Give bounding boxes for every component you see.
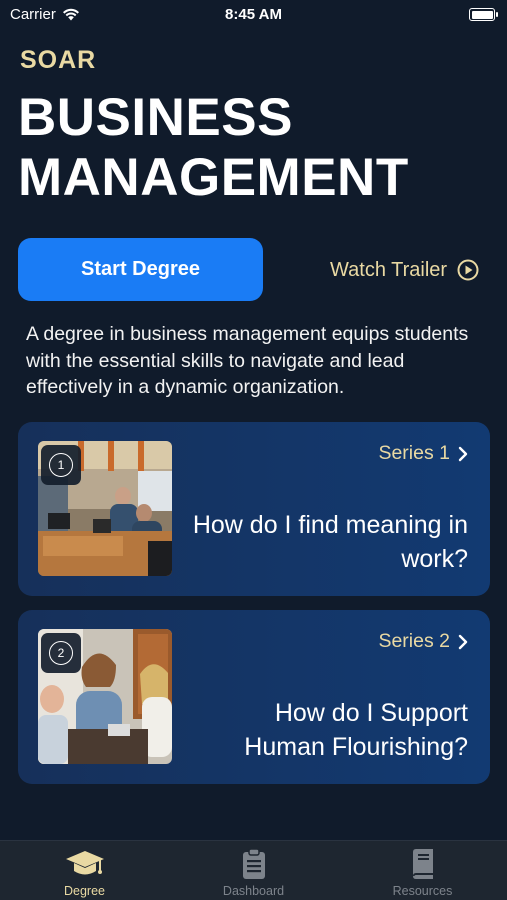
series-link[interactable]: Series 2 [378,630,468,653]
tab-label: Resources [392,884,453,898]
series-label: Series 1 [378,442,450,464]
series-number: 2 [49,641,73,665]
series-number-badge: 1 [41,445,81,485]
chevron-right-icon [458,634,468,649]
degree-description: A degree in business management equips s… [26,323,469,398]
series-card-1[interactable]: 1 Series 1 How do I find meaning in work… [18,422,490,596]
office-team-photo: 1 [38,441,172,576]
watch-trailer-label: Watch Trailer [330,258,448,281]
tab-degree[interactable]: Degree [0,841,169,900]
book-icon [412,849,433,879]
play-circle-icon [457,259,479,281]
graduation-cap-icon [65,851,104,875]
series-title: How do I find meaning in work? [192,511,468,573]
series-number: 1 [49,453,73,477]
clipboard-icon [242,848,265,879]
chevron-right-icon [458,446,468,461]
watch-trailer-link[interactable]: Watch Trailer [330,255,479,285]
battery-icon [469,8,498,21]
status-time: 8:45 AM [225,6,282,23]
page-title: BUSINESS MANAGEMENT [18,88,409,207]
series-number-badge: 2 [41,633,81,673]
tab-label: Degree [64,884,105,898]
tab-dashboard[interactable]: Dashboard [169,841,338,900]
series-link[interactable]: Series 1 [378,442,468,465]
tab-label: Dashboard [222,884,285,898]
tab-bar: Degree Dashboard Resources [0,840,507,900]
brand-logo-text: SOAR [20,46,97,74]
series-label: Series 2 [378,630,450,652]
start-degree-button[interactable]: Start Degree [18,238,263,301]
series-title: How do I Support Human Flourishing? [244,699,468,761]
status-bar: Carrier 8:45 AM [0,0,507,30]
tab-resources[interactable]: Resources [338,841,507,900]
series-card-2[interactable]: 2 Series 2 How do I Support Human Flouri… [18,610,490,784]
colleagues-laughing-photo: 2 [38,629,172,764]
